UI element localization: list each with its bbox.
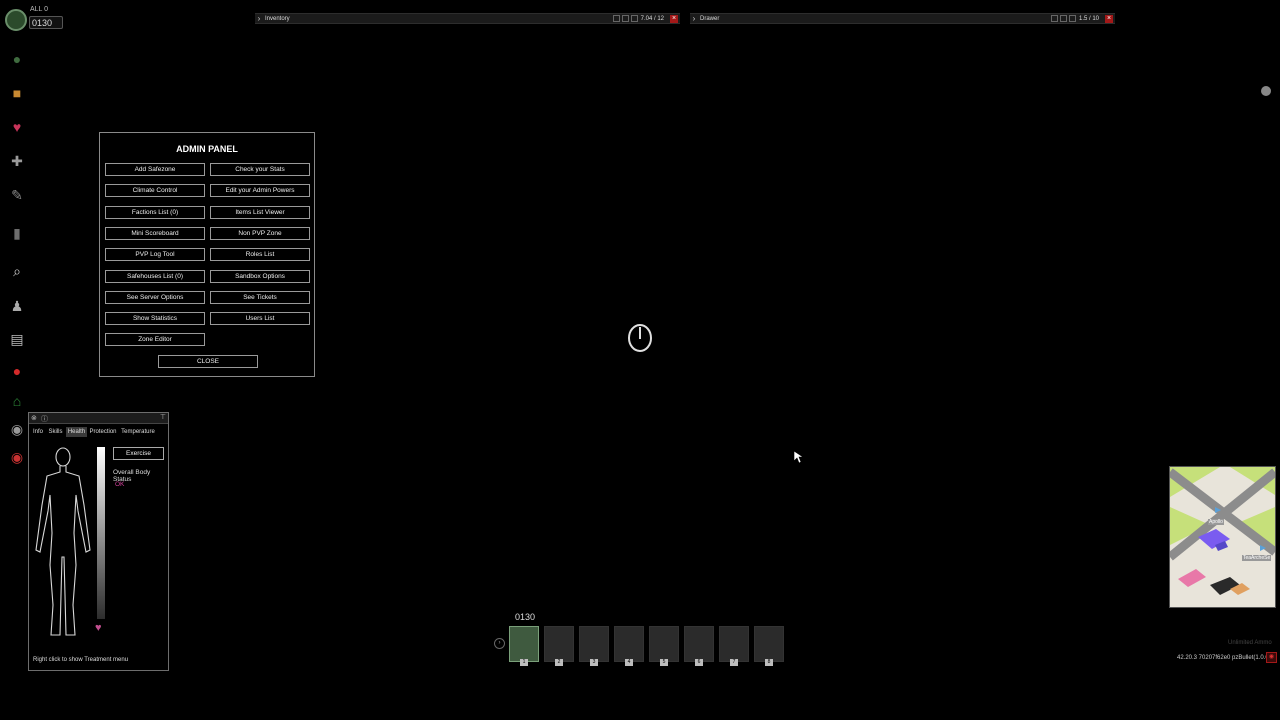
drawer-title: Drawer xyxy=(700,15,720,22)
admin-button-see-tickets[interactable]: See Tickets xyxy=(210,290,310,304)
mouse-cursor-icon xyxy=(793,450,804,464)
exercise-button[interactable]: Exercise xyxy=(113,447,164,460)
admin-button-non-pvp-zone[interactable]: Non PVP Zone xyxy=(210,226,310,240)
hotbar-slot[interactable]: 5 xyxy=(649,626,679,666)
unlimited-ammo-label: Unlimited Ammo xyxy=(1228,640,1272,646)
version-text: 42.20.3 70207f62e0 pzBullet(1.0.0.2) xyxy=(1177,655,1276,661)
admin-figures-icon[interactable]: ♟ xyxy=(6,295,28,317)
panel-header[interactable]: ⊗ ⓘ ⊤ xyxy=(29,413,168,424)
admin-button-see-server-options[interactable]: See Server Options xyxy=(105,290,205,304)
hotbar-slot[interactable]: 1 xyxy=(509,626,539,666)
game-clock: 0130 xyxy=(29,16,63,29)
info-icon[interactable]: ⓘ xyxy=(41,414,48,424)
player-status-icon[interactable] xyxy=(5,9,27,31)
hotbar-slot[interactable]: 7 xyxy=(719,626,749,666)
hotbar-slot[interactable]: 2 xyxy=(544,626,574,666)
admin-button-users-list[interactable]: Users List xyxy=(210,312,310,326)
admin-panel: ADMIN PANEL Add Safezone Check your Stats… xyxy=(99,132,315,377)
sort-icon[interactable] xyxy=(621,15,629,22)
admin-button-safehouses-list-0[interactable]: Safehouses List (0) xyxy=(105,269,205,283)
minimap-terrain xyxy=(1170,467,1275,607)
admin-button-pvp-log-tool[interactable]: PVP Log Tool xyxy=(105,248,205,262)
hotbar-clock: 0130 xyxy=(515,612,536,622)
status-top-label: ALL 0 xyxy=(30,6,49,13)
admin-button-add-safezone[interactable]: Add Safezone xyxy=(105,163,205,176)
minimap-label-apollo: Apollo xyxy=(1208,519,1224,525)
status-icon[interactable]: ● xyxy=(6,48,28,70)
hotbar-slot[interactable]: 6 xyxy=(684,626,714,666)
hotbar-toggle-icon[interactable]: › xyxy=(494,638,505,649)
admin-button-items-list-viewer[interactable]: Items List Viewer xyxy=(210,205,310,219)
character-info-panel: ⊗ ⓘ ⊤ Info Skills Health Protection Temperat… xyxy=(28,412,169,671)
tab-temperature[interactable]: Temperature xyxy=(119,427,157,437)
hotbar-slot-number: 4 xyxy=(625,659,633,666)
close-icon[interactable]: ⊗ xyxy=(31,414,37,422)
safehouse-icon[interactable]: ⌂ xyxy=(6,390,28,412)
admin-button-show-statistics[interactable]: Show Statistics xyxy=(105,312,205,326)
tab-info[interactable]: Info xyxy=(31,427,45,437)
admin-button-edit-your-admin-powers[interactable]: Edit your Admin Powers xyxy=(210,184,310,198)
minimap-label-teaarchese: TeaArcheSe xyxy=(1242,555,1272,561)
health-heart-icon[interactable]: ♥ xyxy=(6,116,28,138)
inventory-box-icon[interactable]: ■ xyxy=(6,82,28,104)
admin-button-factions-list-0[interactable]: Factions List (0) xyxy=(105,205,205,219)
chevron-right-icon[interactable]: › xyxy=(690,14,698,23)
drawer-weight: 1.5 / 10 xyxy=(1078,15,1099,22)
heart-icon: ♥ xyxy=(95,622,102,634)
tab-health[interactable]: Health xyxy=(66,427,87,437)
ticket-badge-icon[interactable]: ◉ xyxy=(6,446,28,468)
crafting-icon[interactable]: ✚ xyxy=(6,150,28,172)
treatment-hint: Right click to show Treatment menu xyxy=(33,657,129,663)
lock-icon[interactable] xyxy=(630,15,638,22)
hotbar-slot[interactable]: 8 xyxy=(754,626,784,666)
pin-icon[interactable]: ⊤ xyxy=(160,413,166,421)
admin-button-mini-scoreboard[interactable]: Mini Scoreboard xyxy=(105,226,205,240)
drawer-window-bar[interactable]: › Drawer 1.5 / 10 × xyxy=(690,13,1115,24)
container-icon[interactable]: ▮ xyxy=(6,222,28,244)
lock-icon[interactable] xyxy=(1068,15,1076,22)
hotbar-slot-number: 7 xyxy=(730,659,738,666)
chevron-right-icon[interactable]: › xyxy=(255,14,263,23)
body-silhouette[interactable] xyxy=(33,445,93,641)
hotbar-slot-number: 8 xyxy=(765,659,773,666)
filter-icon[interactable] xyxy=(612,15,620,22)
sort-icon[interactable] xyxy=(1059,15,1067,22)
admin-button-zone-editor[interactable]: Zone Editor xyxy=(105,333,205,347)
inventory-title: Inventory xyxy=(265,15,290,22)
map-pin-icon[interactable]: ● xyxy=(6,360,28,382)
hotbar-slot-number: 2 xyxy=(555,659,563,666)
settings-icon[interactable] xyxy=(1261,86,1271,96)
debug-icon[interactable]: ◉ xyxy=(1266,652,1277,663)
admin-panel-title: ADMIN PANEL xyxy=(176,144,238,154)
power-icon xyxy=(628,324,652,352)
inventory-window-bar[interactable]: › Inventory 7.04 / 12 × xyxy=(255,13,680,24)
search-icon[interactable]: ⌕ xyxy=(6,260,28,282)
hotbar-slot-number: 6 xyxy=(695,659,703,666)
hotbar-slot[interactable]: 4 xyxy=(614,626,644,666)
admin-button-check-your-stats[interactable]: Check your Stats xyxy=(210,163,310,176)
hotbar-slot-number: 3 xyxy=(590,659,598,666)
admin-button-sandbox-options[interactable]: Sandbox Options xyxy=(210,269,310,283)
inventory-weight: 7.04 / 12 xyxy=(640,15,664,22)
close-icon[interactable]: × xyxy=(670,14,678,23)
close-button[interactable]: CLOSE xyxy=(158,355,258,368)
hotbar-slot[interactable]: 3 xyxy=(579,626,609,666)
overall-body-status-value: OK xyxy=(115,481,125,488)
filter-icon[interactable] xyxy=(1050,15,1058,22)
admin-button-roles-list[interactable]: Roles List xyxy=(210,248,310,262)
map-scroll-icon[interactable]: ▤ xyxy=(6,328,28,350)
user-badge-icon[interactable]: ◉ xyxy=(6,418,28,440)
build-icon[interactable]: ✎ xyxy=(6,184,28,206)
minimap[interactable]: Apollo TeaArcheSe xyxy=(1169,466,1276,608)
tab-skills[interactable]: Skills xyxy=(46,427,65,437)
tab-protection[interactable]: Protection xyxy=(88,427,118,437)
hotbar-slot-number: 1 xyxy=(520,659,528,666)
close-icon[interactable]: × xyxy=(1105,14,1113,23)
health-meter xyxy=(97,447,105,619)
hotbar-slot-number: 5 xyxy=(660,659,668,666)
admin-button-climate-control[interactable]: Climate Control xyxy=(105,184,205,198)
